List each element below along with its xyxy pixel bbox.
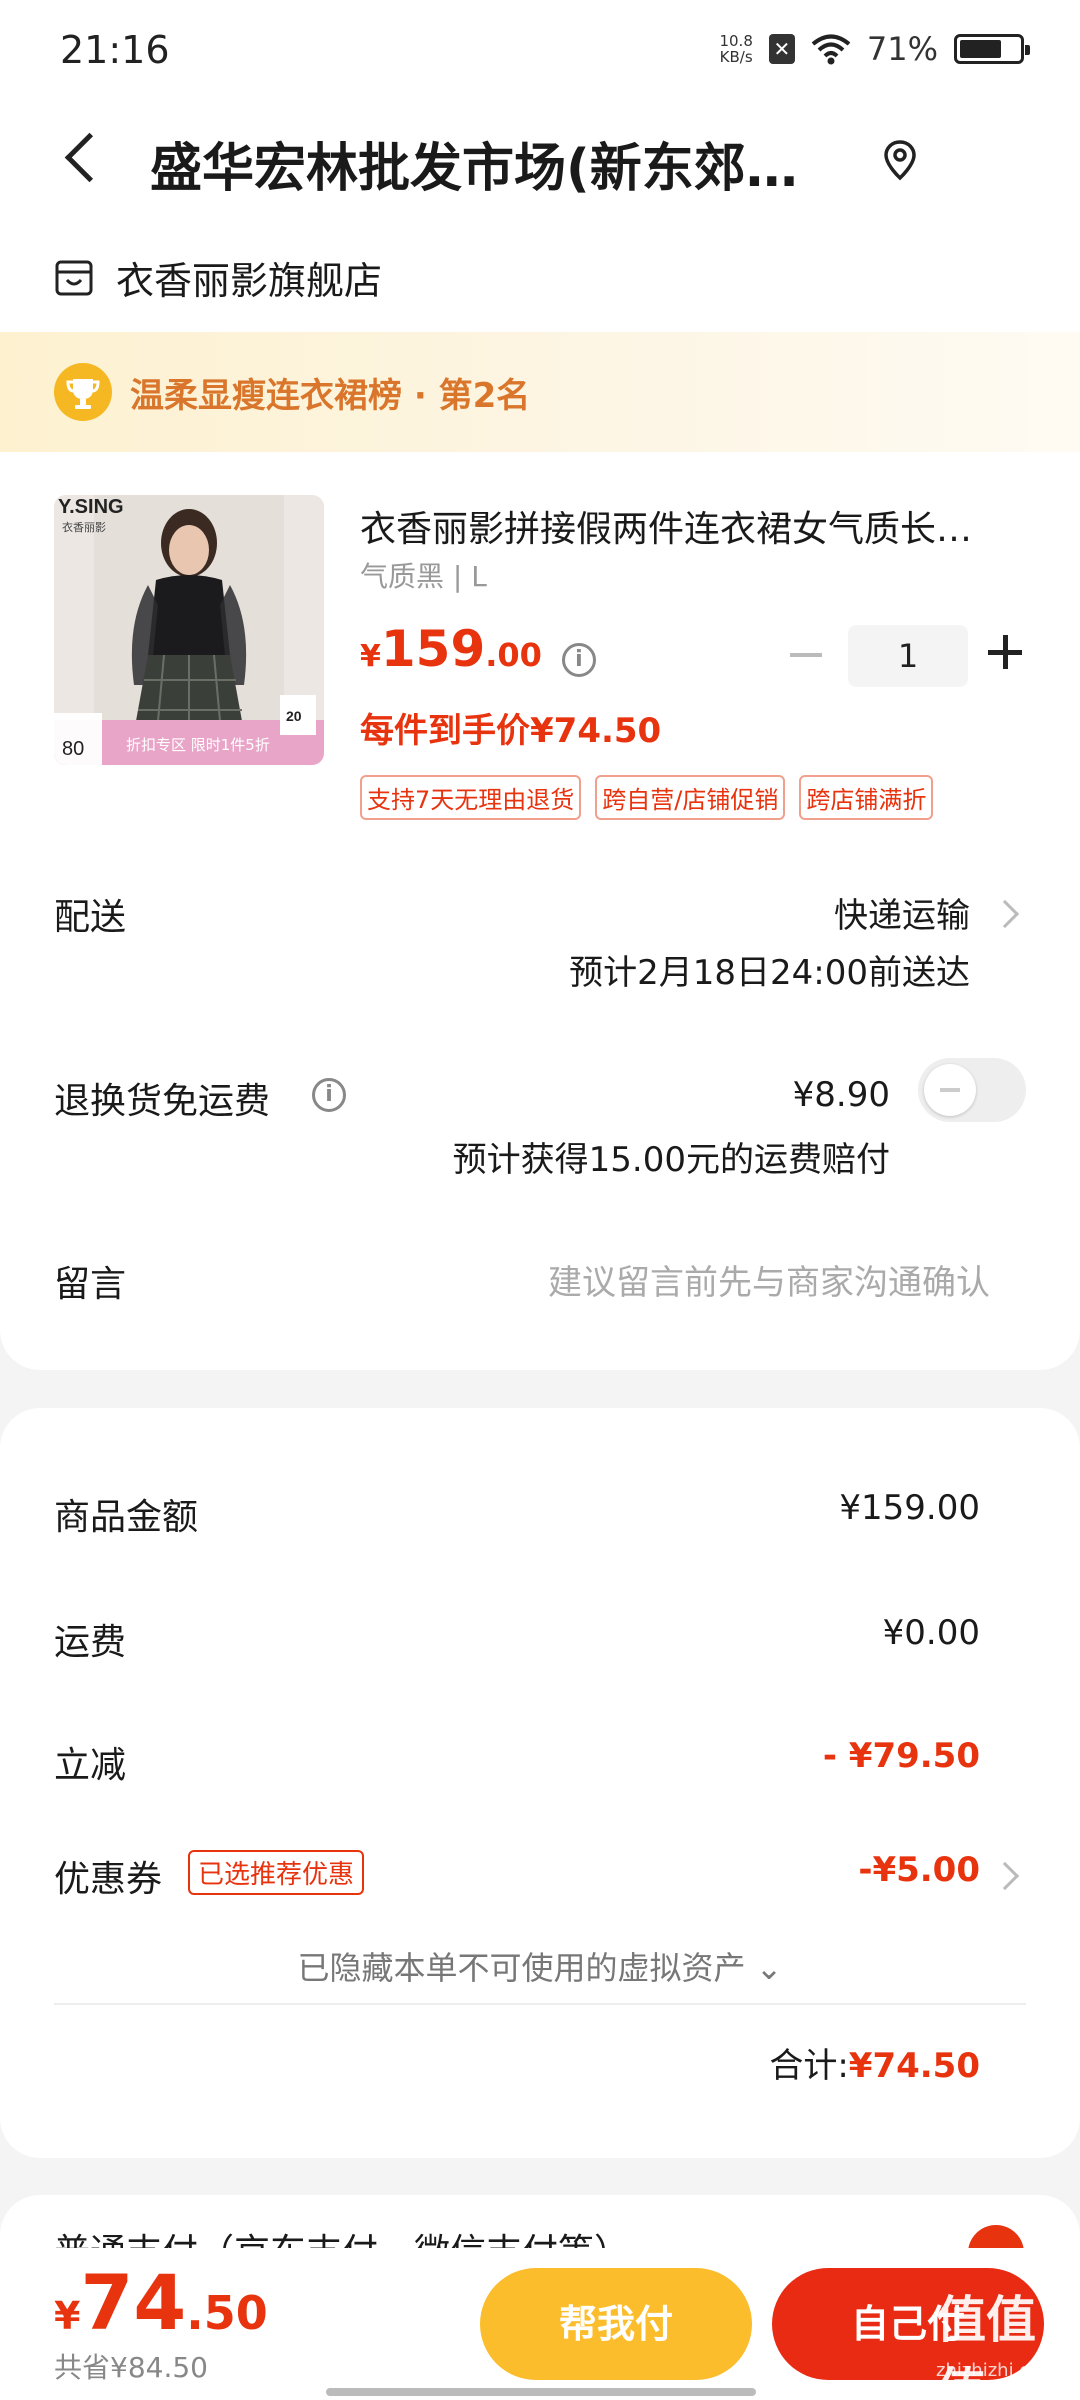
divider bbox=[54, 2003, 1026, 2005]
promo-tags: 支持7天无理由退货 跨自营/店铺促销 跨店铺满折 bbox=[360, 775, 934, 820]
total-row: 合计: ¥74.50 bbox=[769, 2038, 980, 2087]
notification-icon: ✕ bbox=[768, 34, 795, 64]
battery-icon bbox=[954, 34, 1030, 64]
watermark-text: 值值值 bbox=[936, 2291, 1036, 2400]
shipping-value: ¥0.00 bbox=[882, 1613, 980, 1653]
promo-tag: 跨店铺满折 bbox=[799, 775, 934, 820]
page-title[interactable]: 盛华宏林批发市场(新东郊… bbox=[150, 126, 830, 201]
price-info-icon[interactable]: i bbox=[561, 643, 596, 677]
total-label: 合计: bbox=[769, 2046, 849, 2086]
image-badge-num: 80 bbox=[62, 738, 84, 760]
return-shipping-note: 预计获得15.00元的运费赔付 bbox=[452, 1140, 890, 1180]
status-bar: 21:16 10.8 KB/s ✕ 71% bbox=[0, 0, 1080, 100]
message-input[interactable]: 建议留言前先与商家沟通确认 bbox=[548, 1255, 990, 1304]
battery-percent: 71% bbox=[866, 30, 938, 68]
coupon-chevron-icon[interactable] bbox=[990, 1861, 1020, 1891]
coupon-tag: 已选推荐优惠 bbox=[188, 1850, 365, 1895]
location-pin-icon[interactable] bbox=[880, 138, 920, 184]
return-shipping-price: ¥8.90 bbox=[792, 1075, 890, 1115]
price-summary-card: 商品金额 ¥159.00 运费 ¥0.00 立减 - ¥79.50 优惠券 已选… bbox=[0, 1408, 1080, 2158]
watermark-url: zhizhizhi.com bbox=[936, 2360, 1058, 2381]
delivery-method[interactable]: 快递运输 bbox=[834, 888, 970, 937]
return-shipping-label: 退换货免运费 bbox=[54, 1081, 271, 1122]
home-indicator[interactable] bbox=[326, 2388, 756, 2396]
help-pay-button[interactable]: 帮我付 bbox=[480, 2268, 752, 2380]
rank-banner[interactable]: 温柔显瘦连衣裙榜 · 第2名 bbox=[0, 332, 1080, 452]
order-card: 衣香丽影旗舰店 温柔显瘦连衣裙榜 · 第2名 Y.SING 衣香丽影 80 20… bbox=[0, 220, 1080, 1370]
discount-label: 立减 bbox=[54, 1745, 127, 1786]
back-icon[interactable] bbox=[54, 128, 114, 188]
discount-value: - ¥79.50 bbox=[822, 1736, 980, 1776]
rank-text: 温柔显瘦连衣裙榜 · 第2名 bbox=[130, 375, 531, 416]
toggle-knob bbox=[924, 1064, 976, 1116]
status-time: 21:16 bbox=[60, 28, 170, 72]
bottom-pay-bar: ¥ 74 .50 共省¥84.50 帮我付 自己付 bbox=[0, 2248, 1080, 2400]
total-value: ¥74.50 bbox=[848, 2046, 980, 2086]
image-brand-cn: 衣香丽影 bbox=[62, 520, 106, 534]
shipping-label: 运费 bbox=[54, 1622, 127, 1663]
delivery-chevron-icon[interactable] bbox=[990, 899, 1020, 929]
product-name[interactable]: 衣香丽影拼接假两件连衣裙女气质长… bbox=[360, 500, 1030, 552]
promo-tag: 跨自营/店铺促销 bbox=[595, 775, 786, 820]
status-icons: 10.8 KB/s ✕ 71% bbox=[719, 30, 1030, 68]
trophy-icon bbox=[54, 363, 112, 421]
product-price: ¥ 159 .00 i bbox=[360, 620, 596, 678]
coupon-label: 优惠券 bbox=[54, 1859, 163, 1900]
image-brand: Y.SING bbox=[58, 496, 124, 518]
goods-amount-value: ¥159.00 bbox=[839, 1488, 980, 1528]
return-shipping-toggle[interactable] bbox=[918, 1058, 1026, 1122]
delivery-label: 配送 bbox=[54, 897, 127, 938]
message-label: 留言 bbox=[54, 1264, 127, 1305]
quantity-input[interactable]: 1 bbox=[848, 625, 968, 687]
header: 盛华宏林批发市场(新东郊… bbox=[0, 100, 1080, 220]
coupon-value[interactable]: -¥5.00 bbox=[858, 1850, 980, 1890]
promo-tag: 支持7天无理由退货 bbox=[360, 775, 582, 820]
return-shipping-info-icon[interactable]: i bbox=[312, 1078, 346, 1112]
product-spec[interactable]: 气质黑 | L bbox=[360, 555, 487, 595]
wifi-icon bbox=[811, 34, 851, 65]
image-banner: 折扣专区 限时1件5折 bbox=[126, 736, 270, 754]
product-image[interactable]: Y.SING 衣香丽影 80 20 折扣专区 限时1件5折 bbox=[54, 495, 324, 765]
store-row[interactable]: 衣香丽影旗舰店 bbox=[54, 250, 382, 305]
delivery-eta: 预计2月18日24:00前送达 bbox=[569, 953, 970, 993]
goods-amount-label: 商品金额 bbox=[54, 1497, 199, 1538]
hidden-assets-toggle[interactable]: 已隐藏本单不可使用的虚拟资产 ⌄ bbox=[0, 1943, 1080, 1989]
unit-price: 每件到手价¥74.50 bbox=[360, 711, 662, 751]
quantity-minus-button[interactable] bbox=[790, 653, 822, 657]
battery-fill bbox=[960, 40, 1002, 58]
store-name: 衣香丽影旗舰店 bbox=[116, 259, 383, 303]
store-icon bbox=[55, 260, 93, 295]
pay-total: ¥ 74 .50 bbox=[54, 2258, 268, 2347]
quantity-plus-button[interactable] bbox=[988, 632, 1028, 672]
image-badge-20: 20 bbox=[286, 708, 302, 724]
saved-amount: 共省¥84.50 bbox=[54, 2351, 208, 2384]
net-speed: 10.8 KB/s bbox=[719, 32, 753, 66]
